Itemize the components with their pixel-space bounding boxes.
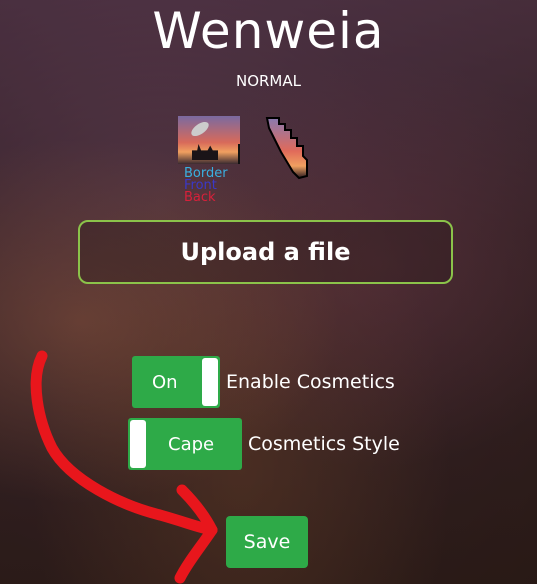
cosmetics-style-row: Cape Cosmetics Style [128,418,400,470]
upload-file-label: Upload a file [180,238,351,266]
frame-line [238,144,240,164]
enable-cosmetics-toggle[interactable]: On [132,356,220,408]
cosmetics-style-label: Cosmetics Style [248,433,400,455]
cape-shape [265,117,308,180]
cosmetics-style-state: Cape [168,433,215,455]
upload-file-button[interactable]: Upload a file [78,220,453,284]
cape-preview-image [265,116,309,180]
comet-shape [188,119,212,139]
save-label: Save [243,531,291,553]
cosmetics-style-toggle[interactable]: Cape [128,418,242,470]
toggle-knob [202,358,218,406]
skin-preview-image [178,116,240,164]
enable-cosmetics-state: On [152,371,178,393]
toggle-knob [130,420,146,468]
preview-legend: Border Front Back [184,167,228,205]
legend-back: Back [184,190,216,205]
castle-silhouette [192,144,218,160]
enable-cosmetics-label: Enable Cosmetics [226,371,395,393]
page-subtitle: NORMAL [235,72,301,90]
save-button[interactable]: Save [226,516,308,568]
enable-cosmetics-row: On Enable Cosmetics [132,356,395,408]
page-title: Wenweia [152,2,385,60]
